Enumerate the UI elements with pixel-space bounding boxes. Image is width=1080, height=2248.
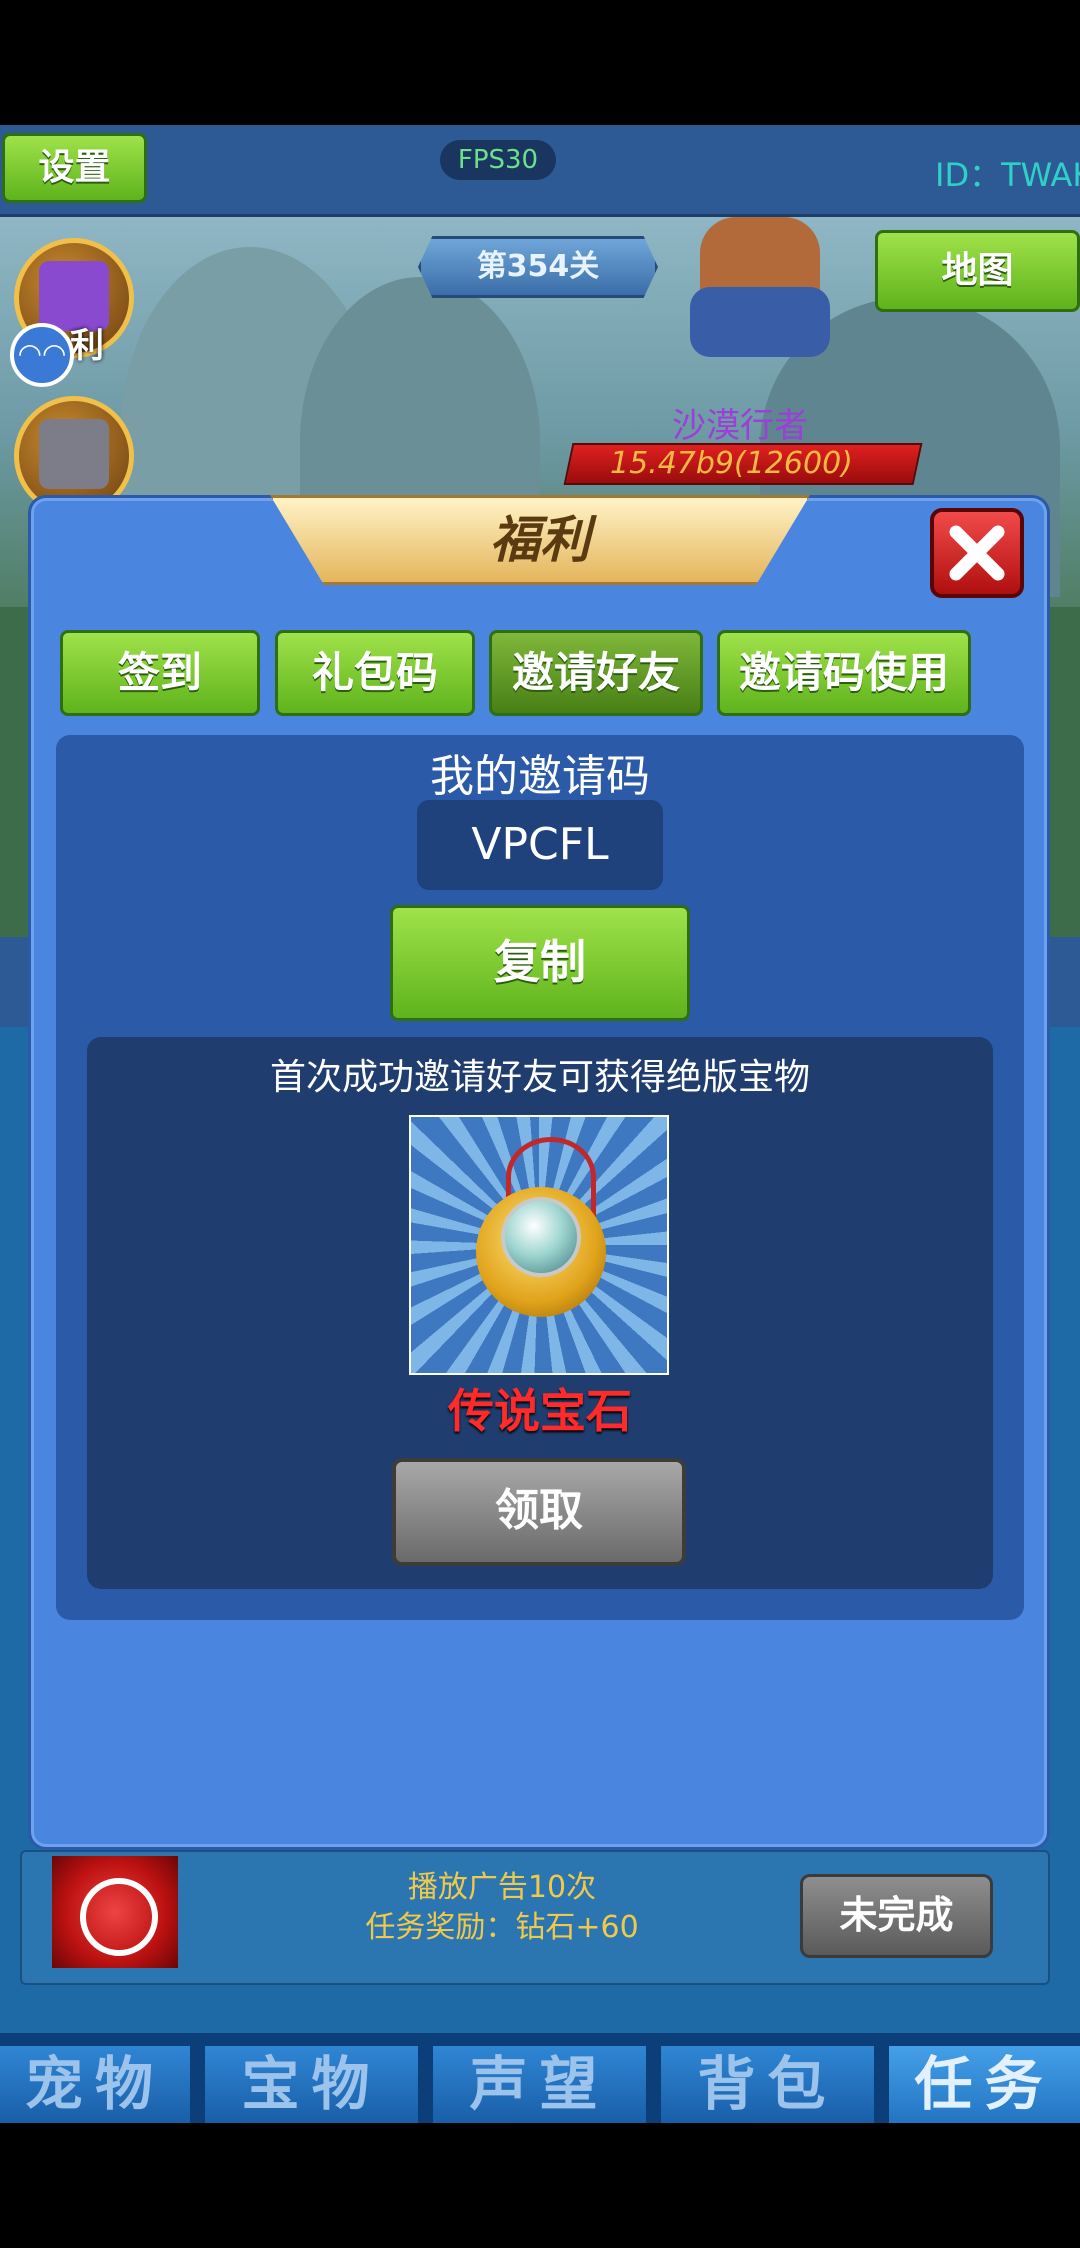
dialog-title: 福利	[270, 495, 810, 585]
nav-tab-bag[interactable]: 背包	[661, 2046, 874, 2123]
invite-code-heading: 我的邀请码	[430, 751, 650, 802]
player-id: ID：TWAK	[935, 156, 1080, 194]
map-button[interactable]: 地图	[875, 230, 1080, 312]
ad-task-icon	[52, 1856, 178, 1968]
top-bar: 设置 FPS30 ID：TWAK	[0, 125, 1080, 217]
bottom-nav: 宠物 宝物 声望 背包 任务	[0, 2033, 1080, 2123]
reward-description: 首次成功邀请好友可获得绝版宝物	[269, 1057, 810, 1098]
nav-tab-pets[interactable]: 宠物	[0, 2046, 190, 2123]
close-icon	[949, 525, 1005, 581]
claim-button[interactable]: 领取	[392, 1458, 686, 1566]
nav-tab-reputation[interactable]: 声望	[433, 2046, 646, 2123]
tab-sign-in[interactable]: 签到	[60, 630, 260, 716]
enemy-hp-text: 15.47b9(12600)	[610, 446, 853, 481]
task-desc-line1: 播放广告10次	[407, 1870, 597, 1905]
nav-tab-treasures[interactable]: 宝物	[205, 2046, 418, 2123]
fps-counter: FPS30	[440, 140, 556, 180]
nav-tab-tasks[interactable]: 任务	[889, 2046, 1080, 2123]
tab-gift-code[interactable]: 礼包码	[275, 630, 475, 716]
settings-button[interactable]: 设置	[2, 133, 147, 203]
copy-button[interactable]: 复制	[390, 905, 690, 1021]
welfare-icon-label: 利	[70, 326, 104, 366]
reward-name: 传说宝石	[448, 1384, 632, 1438]
tab-invite-friends[interactable]: 邀请好友	[489, 630, 703, 716]
invite-code-value: VPCFL	[417, 800, 663, 890]
assistant-icon[interactable]: ◠◠	[10, 323, 74, 387]
enemy-name: 沙漠行者	[672, 406, 808, 446]
tab-use-invite-code[interactable]: 邀请码使用	[717, 630, 971, 716]
task-description: 播放广告10次 任务奖励：钻石+60	[222, 1868, 782, 1948]
task-status-button[interactable]: 未完成	[800, 1874, 993, 1958]
close-button[interactable]	[930, 508, 1024, 598]
legendary-gem-image	[409, 1115, 669, 1375]
task-row: 播放广告10次 任务奖励：钻石+60 未完成	[20, 1850, 1050, 1985]
task-desc-line2: 任务奖励：钻石+60	[365, 1910, 639, 1945]
stage-banner: 第354关	[418, 236, 658, 298]
enemy-boss	[640, 217, 870, 387]
